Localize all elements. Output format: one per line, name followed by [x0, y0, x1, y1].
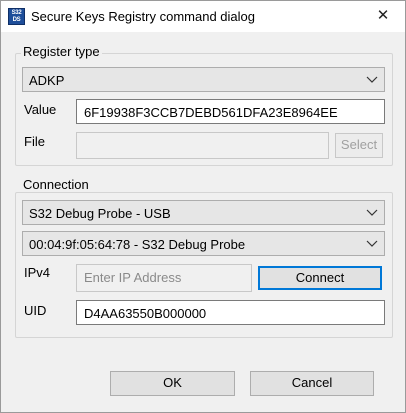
- register-type-selected: ADKP: [29, 73, 65, 88]
- uid-label: UID: [24, 303, 47, 318]
- probe-type-dropdown[interactable]: S32 Debug Probe - USB: [22, 200, 385, 225]
- file-label: File: [24, 134, 45, 149]
- dialog-title: Secure Keys Registry command dialog: [31, 9, 255, 24]
- ok-button[interactable]: OK: [110, 371, 235, 396]
- value-field[interactable]: 6F19938F3CCB7DEBD561DFA23E8964EE: [76, 99, 385, 124]
- register-type-legend: Register type: [21, 44, 102, 59]
- chevron-down-icon: [366, 76, 378, 83]
- select-button[interactable]: Select: [335, 133, 383, 158]
- app-icon: S32 DS: [8, 8, 25, 25]
- ipv4-label: IPv4: [24, 265, 51, 280]
- register-type-dropdown[interactable]: ADKP: [22, 67, 385, 92]
- probe-device-selected: 00:04:9f:05:64:78 - S32 Debug Probe: [29, 237, 246, 252]
- probe-type-selected: S32 Debug Probe - USB: [29, 206, 171, 221]
- ipv4-input[interactable]: Enter IP Address: [76, 264, 252, 292]
- chevron-down-icon: [366, 240, 378, 247]
- value-label: Value: [24, 102, 57, 117]
- connection-legend: Connection: [21, 177, 91, 192]
- value-text: 6F19938F3CCB7DEBD561DFA23E8964EE: [84, 105, 338, 120]
- uid-text: D4AA63550B000000: [84, 306, 207, 321]
- chevron-down-icon: [366, 209, 378, 216]
- cancel-button[interactable]: Cancel: [250, 371, 374, 396]
- file-field[interactable]: [76, 132, 329, 159]
- ipv4-placeholder: Enter IP Address: [84, 270, 182, 285]
- connect-button[interactable]: Connect: [258, 266, 382, 290]
- uid-field[interactable]: D4AA63550B000000: [76, 300, 385, 325]
- close-button[interactable]: ✕: [361, 1, 405, 32]
- title-bar: S32 DS Secure Keys Registry command dialo…: [1, 1, 405, 32]
- close-icon: ✕: [376, 7, 390, 24]
- dialog-window: S32 DS Secure Keys Registry command dialo…: [0, 0, 406, 413]
- probe-device-dropdown[interactable]: 00:04:9f:05:64:78 - S32 Debug Probe: [22, 231, 385, 256]
